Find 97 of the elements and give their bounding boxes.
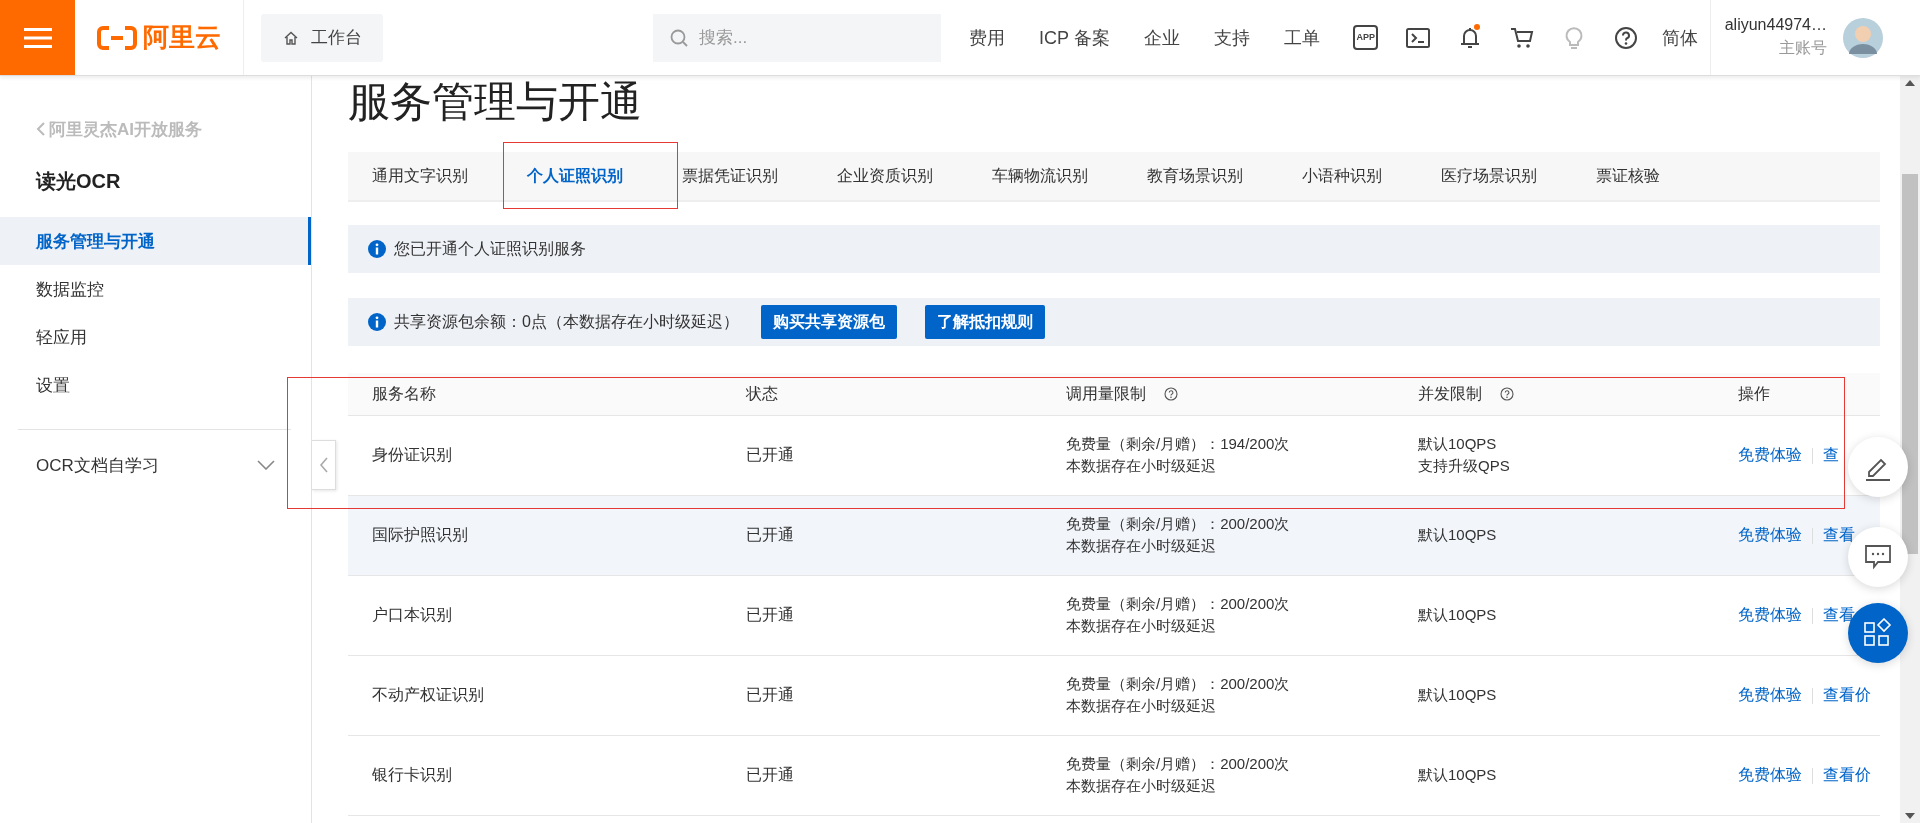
scrollbar[interactable]	[1900, 76, 1920, 823]
table-cell: 免费量（剩余/月赠）：200/200次	[1066, 515, 1290, 534]
table-cell: 支持升级QPS	[1418, 457, 1510, 476]
table-cell: 本数据存在小时级延迟	[1066, 537, 1216, 556]
nav-link[interactable]: 企业	[1143, 25, 1180, 50]
product-title: 读光OCR	[34, 169, 122, 194]
table-cell: 默认10QPS	[1418, 606, 1497, 625]
help-icon[interactable]	[1164, 387, 1178, 401]
table-cell-text: 户口本识别	[372, 605, 452, 625]
table-cell-text: 银行卡识别	[372, 765, 452, 785]
home-icon	[282, 29, 299, 46]
table-cell: 本数据存在小时级延迟	[1066, 697, 1216, 716]
nav-link[interactable]: 费用	[969, 25, 1005, 50]
table-cell-text: 已开通	[746, 605, 794, 625]
action-link[interactable]: 免费体验	[1738, 525, 1802, 546]
sidebar-item[interactable]: 服务管理与开通	[0, 217, 311, 265]
table-cell: 免费量（剩余/月赠）：200/200次	[1066, 675, 1290, 694]
column-header: 状态	[746, 383, 778, 404]
tab[interactable]: 通用文字识别	[348, 152, 492, 200]
scrollbar-thumb[interactable]	[1902, 174, 1918, 554]
avatar[interactable]	[1843, 17, 1883, 58]
apps-icon	[1863, 618, 1893, 648]
action-link[interactable]: 查看	[1823, 605, 1855, 626]
tab[interactable]: 票证核验	[1572, 152, 1684, 200]
page-title: 服务管理与开通	[348, 78, 643, 126]
table-cell: 本数据存在小时级延迟	[1066, 617, 1216, 636]
table-cell: 默认10QPS	[1418, 526, 1497, 545]
brand-name: 阿里云	[143, 21, 221, 54]
nav-link[interactable]: 支持	[1213, 25, 1250, 50]
account-type: 主账号	[1779, 38, 1827, 58]
logo-icon	[97, 24, 137, 51]
tab[interactable]: 小语种识别	[1278, 152, 1406, 200]
table-cell-text: 已开通	[746, 445, 794, 465]
chevron-down-icon	[257, 460, 275, 470]
sidebar-group[interactable]: OCR文档自学习	[0, 430, 311, 500]
menu-icon	[23, 26, 52, 49]
table-cell-text: 国际护照识别	[372, 525, 468, 545]
info-icon	[368, 313, 386, 331]
tab[interactable]: 个人证照识别	[503, 152, 647, 200]
workbench-button[interactable]: 工作台	[261, 13, 383, 62]
column-header: 调用量限制	[1066, 383, 1146, 404]
action-link[interactable]: 免费体验	[1738, 605, 1802, 626]
bell-icon	[1458, 25, 1481, 50]
lightbulb-icon	[1564, 25, 1583, 50]
info-icon	[368, 240, 386, 258]
table-cell-text: 不动产权证识别	[372, 685, 484, 705]
chevron-left-icon	[36, 121, 46, 137]
notice-text: 您已开通个人证照识别服务	[394, 238, 586, 259]
action-link[interactable]: 免费体验	[1738, 685, 1802, 706]
sidebar-item[interactable]: 数据监控	[0, 265, 311, 313]
tab[interactable]: 企业资质识别	[813, 152, 957, 200]
table-cell: 免费量（剩余/月赠）：200/200次	[1066, 595, 1290, 614]
table-cell: 默认10QPS	[1418, 435, 1497, 454]
action-link[interactable]: 查看	[1823, 525, 1855, 546]
tab[interactable]: 票据凭证识别	[658, 152, 802, 200]
help-icon	[1613, 25, 1638, 50]
notice-text: 共享资源包余额：0点（本数据存在小时级延迟）	[394, 311, 739, 332]
action-link[interactable]: 查	[1823, 445, 1839, 466]
column-header: 服务名称	[372, 383, 436, 404]
action-link[interactable]: 查看价	[1823, 685, 1871, 706]
table-cell: 免费量（剩余/月赠）：200/200次	[1066, 755, 1290, 774]
sidebar-item[interactable]: 设置	[0, 361, 311, 409]
terminal-icon	[1405, 26, 1430, 49]
chat-icon	[1864, 544, 1892, 570]
cart-icon	[1509, 26, 1534, 49]
scroll-down-icon[interactable]	[1905, 813, 1915, 819]
menu-button[interactable]	[0, 0, 75, 75]
table-cell: 免费量（剩余/月赠）：194/200次	[1066, 435, 1290, 454]
chevron-left-icon	[318, 456, 329, 474]
column-header: 并发限制	[1418, 383, 1482, 404]
tab[interactable]: 车辆物流识别	[968, 152, 1112, 200]
table-cell-text: 已开通	[746, 765, 794, 785]
nav-link[interactable]: 工单	[1283, 25, 1320, 50]
scroll-up-icon[interactable]	[1905, 80, 1915, 86]
sidebar-item[interactable]: 轻应用	[0, 313, 311, 361]
action-link[interactable]: 免费体验	[1738, 765, 1802, 786]
primary-button[interactable]: 购买共享资源包	[760, 305, 897, 339]
primary-button[interactable]: 了解抵扣规则	[924, 305, 1045, 339]
action-link[interactable]: 查看价	[1823, 765, 1871, 786]
tab[interactable]: 医疗场景识别	[1417, 152, 1561, 200]
nav-link[interactable]: ICP 备案	[1039, 25, 1110, 50]
table-cell: 默认10QPS	[1418, 766, 1497, 785]
tab[interactable]: 教育场景识别	[1123, 152, 1267, 200]
search-field[interactable]: 搜索...	[653, 13, 941, 62]
column-header: 操作	[1738, 383, 1770, 404]
action-link[interactable]: 免费体验	[1738, 445, 1802, 466]
collapse-handle[interactable]	[312, 440, 336, 490]
table-cell: 本数据存在小时级延迟	[1066, 457, 1216, 476]
user-name[interactable]: aliyun44974…	[1724, 16, 1827, 34]
table-cell: 本数据存在小时级延迟	[1066, 777, 1216, 796]
language-link[interactable]: 简体	[1661, 25, 1698, 50]
table-cell: 默认10QPS	[1418, 686, 1497, 705]
table-cell-text: 已开通	[746, 685, 794, 705]
help-icon[interactable]	[1500, 387, 1514, 401]
table-cell-text: 已开通	[746, 525, 794, 545]
table-cell-text: 身份证识别	[372, 445, 452, 465]
search-icon	[669, 27, 689, 48]
